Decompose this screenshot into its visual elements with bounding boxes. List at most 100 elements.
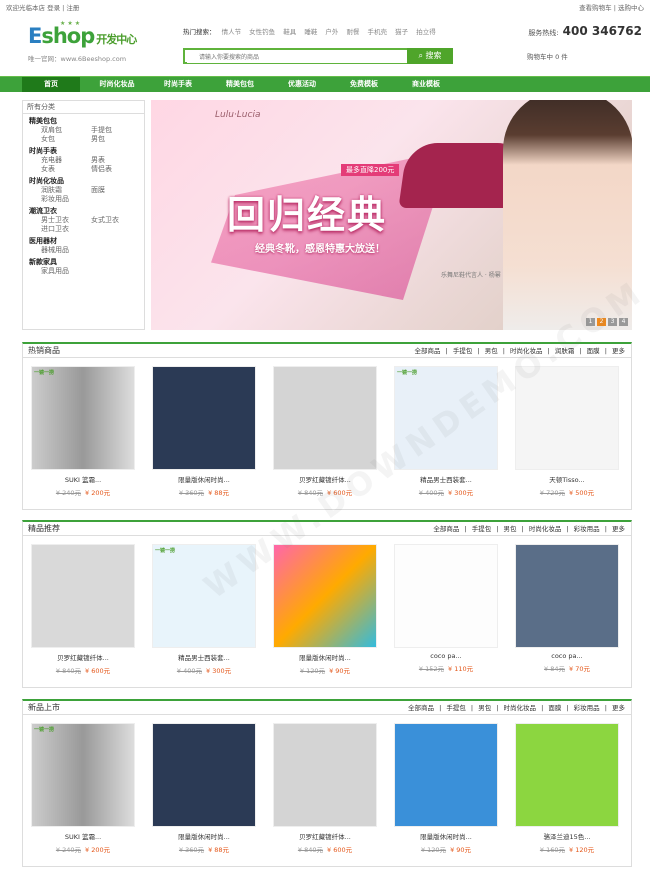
section-link[interactable]: 男包 <box>504 525 517 533</box>
hot-keyword[interactable]: 耐餐 <box>346 28 359 36</box>
product-card[interactable]: 天顿Tisso... ¥ 720元 ¥ 500元 <box>515 366 619 497</box>
category-link[interactable]: 女包 <box>41 135 91 144</box>
product-image[interactable] <box>515 366 619 470</box>
hot-keyword[interactable]: 手机壳 <box>368 28 388 36</box>
cart-links[interactable]: 查看购物车 | 选购中心 <box>579 2 644 12</box>
section-link[interactable]: 手提包 <box>472 525 492 533</box>
category-link[interactable]: 男包 <box>91 135 141 144</box>
search-input[interactable] <box>187 51 409 63</box>
section-link[interactable]: 面膜 <box>587 347 600 355</box>
section-link[interactable]: 彩妆用品 <box>574 525 600 533</box>
product-image[interactable] <box>273 544 377 648</box>
product-name[interactable]: 贝罗红藏镀纤体... <box>273 831 377 841</box>
hot-keyword[interactable]: 睡鞋 <box>304 28 317 36</box>
product-image[interactable] <box>515 723 619 827</box>
category-link[interactable]: 女表 <box>41 165 91 174</box>
section-link[interactable]: 全部商品 <box>433 525 459 533</box>
section-link[interactable]: 男包 <box>478 704 491 712</box>
product-card[interactable]: 限量版休闲时尚... ¥ 360元 ¥ 88元 <box>152 366 256 497</box>
product-name[interactable]: 限量版休闲时尚... <box>152 474 256 484</box>
product-image[interactable]: 一镜一捞 <box>31 366 135 470</box>
nav-home[interactable]: 首页 <box>22 77 80 92</box>
product-image[interactable] <box>152 723 256 827</box>
hot-keyword[interactable]: 情人节 <box>222 28 242 36</box>
site-logo[interactable]: ★★★ Eshop 开发中心 唯一官网：www.6Beeshop.com <box>24 18 174 63</box>
product-image[interactable]: 一镜一捞 <box>394 366 498 470</box>
product-card[interactable]: coco pa... ¥ 152元 ¥ 110元 <box>394 544 498 673</box>
product-name[interactable]: 精品男士西装套... <box>394 474 498 484</box>
section-link[interactable]: 面膜 <box>548 704 561 712</box>
product-name[interactable]: 天顿Tisso... <box>515 474 619 484</box>
product-image[interactable]: 一镜一捞 <box>152 544 256 648</box>
section-link[interactable]: 时尚化妆品 <box>529 525 562 533</box>
section-link[interactable]: 时尚化妆品 <box>504 704 537 712</box>
section-link[interactable]: 更多 <box>612 704 625 712</box>
product-card[interactable]: 一镜一捞 SUKI 篮霜... ¥ 240元 ¥ 200元 <box>31 723 135 854</box>
category-link[interactable]: 情侣表 <box>91 165 141 174</box>
product-image[interactable] <box>394 723 498 827</box>
section-link[interactable]: 润肤霜 <box>555 347 575 355</box>
category-link[interactable]: 手提包 <box>91 126 141 135</box>
section-link[interactable]: 更多 <box>612 525 625 533</box>
section-link[interactable]: 全部商品 <box>408 704 434 712</box>
promo-banner[interactable]: Lulu·Lucia 最多直降200元 回归经典 经典冬靴，感恩特惠大放送！ 乐… <box>151 100 632 330</box>
product-name[interactable]: coco pa... <box>515 652 619 660</box>
category-link[interactable]: 家具用品 <box>41 267 91 276</box>
product-image[interactable] <box>152 366 256 470</box>
product-card[interactable]: coco pa... ¥ 84元 ¥ 70元 <box>515 544 619 673</box>
product-card[interactable]: 限量版休闲时尚... ¥ 360元 ¥ 88元 <box>152 723 256 854</box>
nav-watches[interactable]: 时尚手表 <box>152 77 204 92</box>
category-group[interactable]: 医用器材 <box>23 237 144 246</box>
product-card[interactable]: 限量版休闲时尚... ¥ 120元 ¥ 90元 <box>273 544 377 675</box>
section-link[interactable]: 时尚化妆品 <box>510 347 543 355</box>
product-image[interactable] <box>273 366 377 470</box>
product-card[interactable]: 一镜一捞 精品男士西装套... ¥ 400元 ¥ 300元 <box>152 544 256 675</box>
category-link[interactable]: 双肩包 <box>41 126 91 135</box>
product-name[interactable]: 限量版休闲时尚... <box>152 831 256 841</box>
hot-keyword[interactable]: 猫子 <box>395 28 408 36</box>
product-image[interactable] <box>515 544 619 648</box>
product-name[interactable]: SUKI 篮霜... <box>31 831 135 841</box>
product-name[interactable]: 精品男士西装套... <box>152 652 256 662</box>
product-card[interactable]: 限量版休闲时尚... ¥ 120元 ¥ 90元 <box>394 723 498 854</box>
category-link[interactable]: 女式卫衣 <box>91 216 141 225</box>
banner-dot[interactable]: 3 <box>608 318 617 326</box>
search-button[interactable]: ⌕ 搜索 <box>407 48 453 64</box>
product-card[interactable]: 一镜一捞 精品男士西装套... ¥ 400元 ¥ 300元 <box>394 366 498 497</box>
hot-keyword[interactable]: 拍立得 <box>416 28 436 36</box>
category-link[interactable]: 男表 <box>91 156 141 165</box>
category-link[interactable]: 器械用品 <box>41 246 91 255</box>
product-image[interactable]: 一镜一捞 <box>31 723 135 827</box>
cart-count[interactable]: 购物车中 0 件 <box>527 51 568 61</box>
nav-bags[interactable]: 精美包包 <box>214 77 266 92</box>
product-card[interactable]: 骆泽兰迪15色... ¥ 160元 ¥ 120元 <box>515 723 619 854</box>
product-image[interactable] <box>273 723 377 827</box>
login-links[interactable]: 欢迎光临本店 登录 | 注册 <box>6 2 79 12</box>
category-group[interactable]: 潮流卫衣 <box>23 207 144 216</box>
banner-dot[interactable]: 2 <box>597 318 606 326</box>
hot-keyword[interactable]: 户外 <box>325 28 338 36</box>
section-link[interactable]: 全部商品 <box>415 347 441 355</box>
product-name[interactable]: 贝罗红藏镀纤体... <box>31 652 135 662</box>
category-group[interactable]: 新款家具 <box>23 258 144 267</box>
nav-promotions[interactable]: 优惠活动 <box>276 77 328 92</box>
category-link[interactable]: 面膜 <box>91 186 141 195</box>
section-link[interactable]: 手提包 <box>446 704 466 712</box>
category-link[interactable]: 充电器 <box>41 156 91 165</box>
product-image[interactable] <box>394 544 498 648</box>
product-card[interactable]: 贝罗红藏镀纤体... ¥ 840元 ¥ 600元 <box>273 723 377 854</box>
section-link[interactable]: 手提包 <box>453 347 473 355</box>
nav-free-templates[interactable]: 免费模板 <box>338 77 390 92</box>
product-card[interactable]: 一镜一捞 SUKI 篮霜... ¥ 240元 ¥ 200元 <box>31 366 135 497</box>
nav-cosmetics[interactable]: 时尚化妆品 <box>86 77 148 92</box>
category-link[interactable]: 彩妆用品 <box>41 195 91 204</box>
hot-keyword[interactable]: 鞋具 <box>283 28 296 36</box>
product-name[interactable]: 限量版休闲时尚... <box>273 652 377 662</box>
category-link[interactable]: 进口卫衣 <box>41 225 91 234</box>
nav-business-templates[interactable]: 商业模板 <box>400 77 452 92</box>
section-link[interactable]: 更多 <box>612 347 625 355</box>
banner-dot[interactable]: 4 <box>619 318 628 326</box>
product-name[interactable]: 骆泽兰迪15色... <box>515 831 619 841</box>
category-group[interactable]: 时尚手表 <box>23 147 144 156</box>
section-link[interactable]: 彩妆用品 <box>574 704 600 712</box>
